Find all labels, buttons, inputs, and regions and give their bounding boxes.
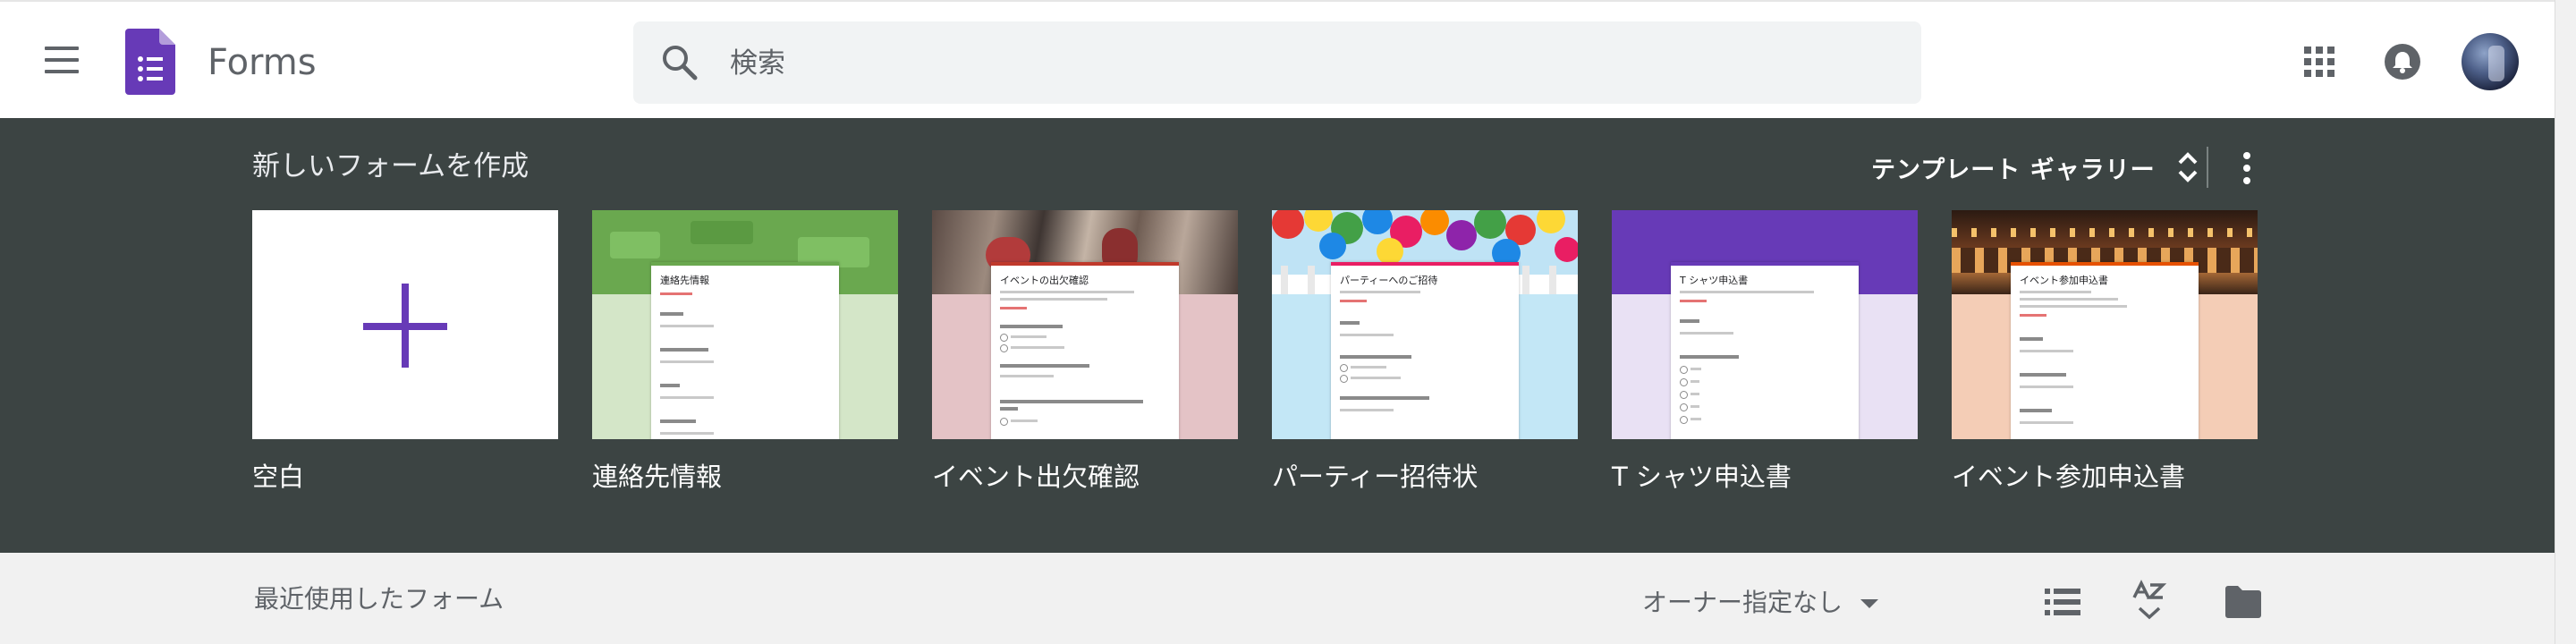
preview-title: 連絡先情報 bbox=[660, 275, 709, 286]
search-bar[interactable] bbox=[633, 21, 1921, 104]
template-label: T シャツ申込書 bbox=[1612, 462, 1792, 492]
form-preview: イベント参加申込書 bbox=[2011, 262, 2199, 439]
sort-az-icon[interactable] bbox=[2129, 580, 2170, 621]
section-title: 新しいフォームを作成 bbox=[252, 150, 530, 182]
form-preview: 連絡先情報 bbox=[651, 262, 839, 439]
template-card-blank[interactable]: 空白 bbox=[252, 210, 558, 495]
template-gallery-button[interactable]: テンプレート ギャラリー bbox=[1871, 145, 2200, 190]
recent-forms-header: 最近使用したフォーム オーナー指定なし bbox=[0, 553, 2555, 644]
template-thumbnail[interactable] bbox=[252, 210, 558, 439]
apps-icon[interactable] bbox=[2304, 47, 2334, 77]
form-preview: イベントの出欠確認 bbox=[991, 262, 1179, 439]
template-label: 連絡先情報 bbox=[592, 462, 723, 492]
template-gallery-label: テンプレート ギャラリー bbox=[1871, 156, 2156, 184]
template-label: パーティー招待状 bbox=[1272, 462, 1479, 492]
preview-title: イベント参加申込書 bbox=[2020, 275, 2108, 286]
scrollbar[interactable] bbox=[2555, 0, 2576, 644]
form-preview: パーティーへのご招待 bbox=[1331, 262, 1519, 439]
unfold-more-icon bbox=[2178, 152, 2198, 182]
template-thumbnail[interactable]: 連絡先情報 bbox=[592, 210, 898, 439]
template-thumbnail[interactable]: パーティーへのご招待 bbox=[1272, 210, 1578, 439]
app-title[interactable]: Forms bbox=[208, 41, 317, 84]
template-card-party-invite[interactable]: パーティーへのご招待 パーティー招待状 bbox=[1272, 210, 1578, 495]
template-thumbnail[interactable]: イベント参加申込書 bbox=[1952, 210, 2258, 439]
recent-forms-title: 最近使用したフォーム bbox=[254, 584, 504, 614]
template-gallery-band: 新しいフォームを作成 テンプレート ギャラリー 空白 連絡先情報 連絡先情報 イ… bbox=[0, 118, 2555, 553]
template-card-tshirt[interactable]: T シャツ申込書 T シャツ申込書 bbox=[1612, 210, 1918, 495]
search-icon[interactable] bbox=[660, 43, 699, 82]
avatar[interactable] bbox=[2462, 33, 2519, 90]
list-view-icon[interactable] bbox=[2045, 587, 2080, 617]
template-card-event-registration[interactable]: イベント参加申込書 イベント参加申込書 bbox=[1952, 210, 2258, 495]
template-label: イベント出欠確認 bbox=[932, 462, 1140, 492]
more-vert-icon[interactable] bbox=[2236, 150, 2258, 186]
preview-title: T シャツ申込書 bbox=[1680, 275, 1749, 286]
forms-logo-icon[interactable] bbox=[125, 29, 175, 95]
arrow-drop-down-icon bbox=[1860, 599, 1879, 608]
template-label: イベント参加申込書 bbox=[1952, 462, 2186, 492]
template-thumbnail[interactable]: T シャツ申込書 bbox=[1612, 210, 1918, 439]
owner-filter-dropdown[interactable]: オーナー指定なし bbox=[1642, 585, 1879, 621]
template-thumbnail[interactable]: イベントの出欠確認 bbox=[932, 210, 1238, 439]
divider bbox=[2207, 147, 2208, 188]
template-card-contact[interactable]: 連絡先情報 連絡先情報 bbox=[592, 210, 898, 495]
preview-title: パーティーへのご招待 bbox=[1340, 275, 1438, 286]
template-card-event-rsvp[interactable]: イベントの出欠確認 イベント出欠確認 bbox=[932, 210, 1238, 495]
form-preview: T シャツ申込書 bbox=[1671, 262, 1859, 439]
owner-filter-label: オーナー指定なし bbox=[1642, 588, 1843, 617]
folder-icon[interactable] bbox=[2224, 585, 2263, 619]
preview-title: イベントの出欠確認 bbox=[1000, 275, 1089, 286]
menu-icon[interactable] bbox=[45, 47, 84, 77]
template-label: 空白 bbox=[252, 462, 305, 492]
search-input[interactable] bbox=[728, 39, 1894, 88]
bell-icon[interactable] bbox=[2385, 44, 2420, 80]
top-app-bar: Forms bbox=[0, 0, 2555, 118]
